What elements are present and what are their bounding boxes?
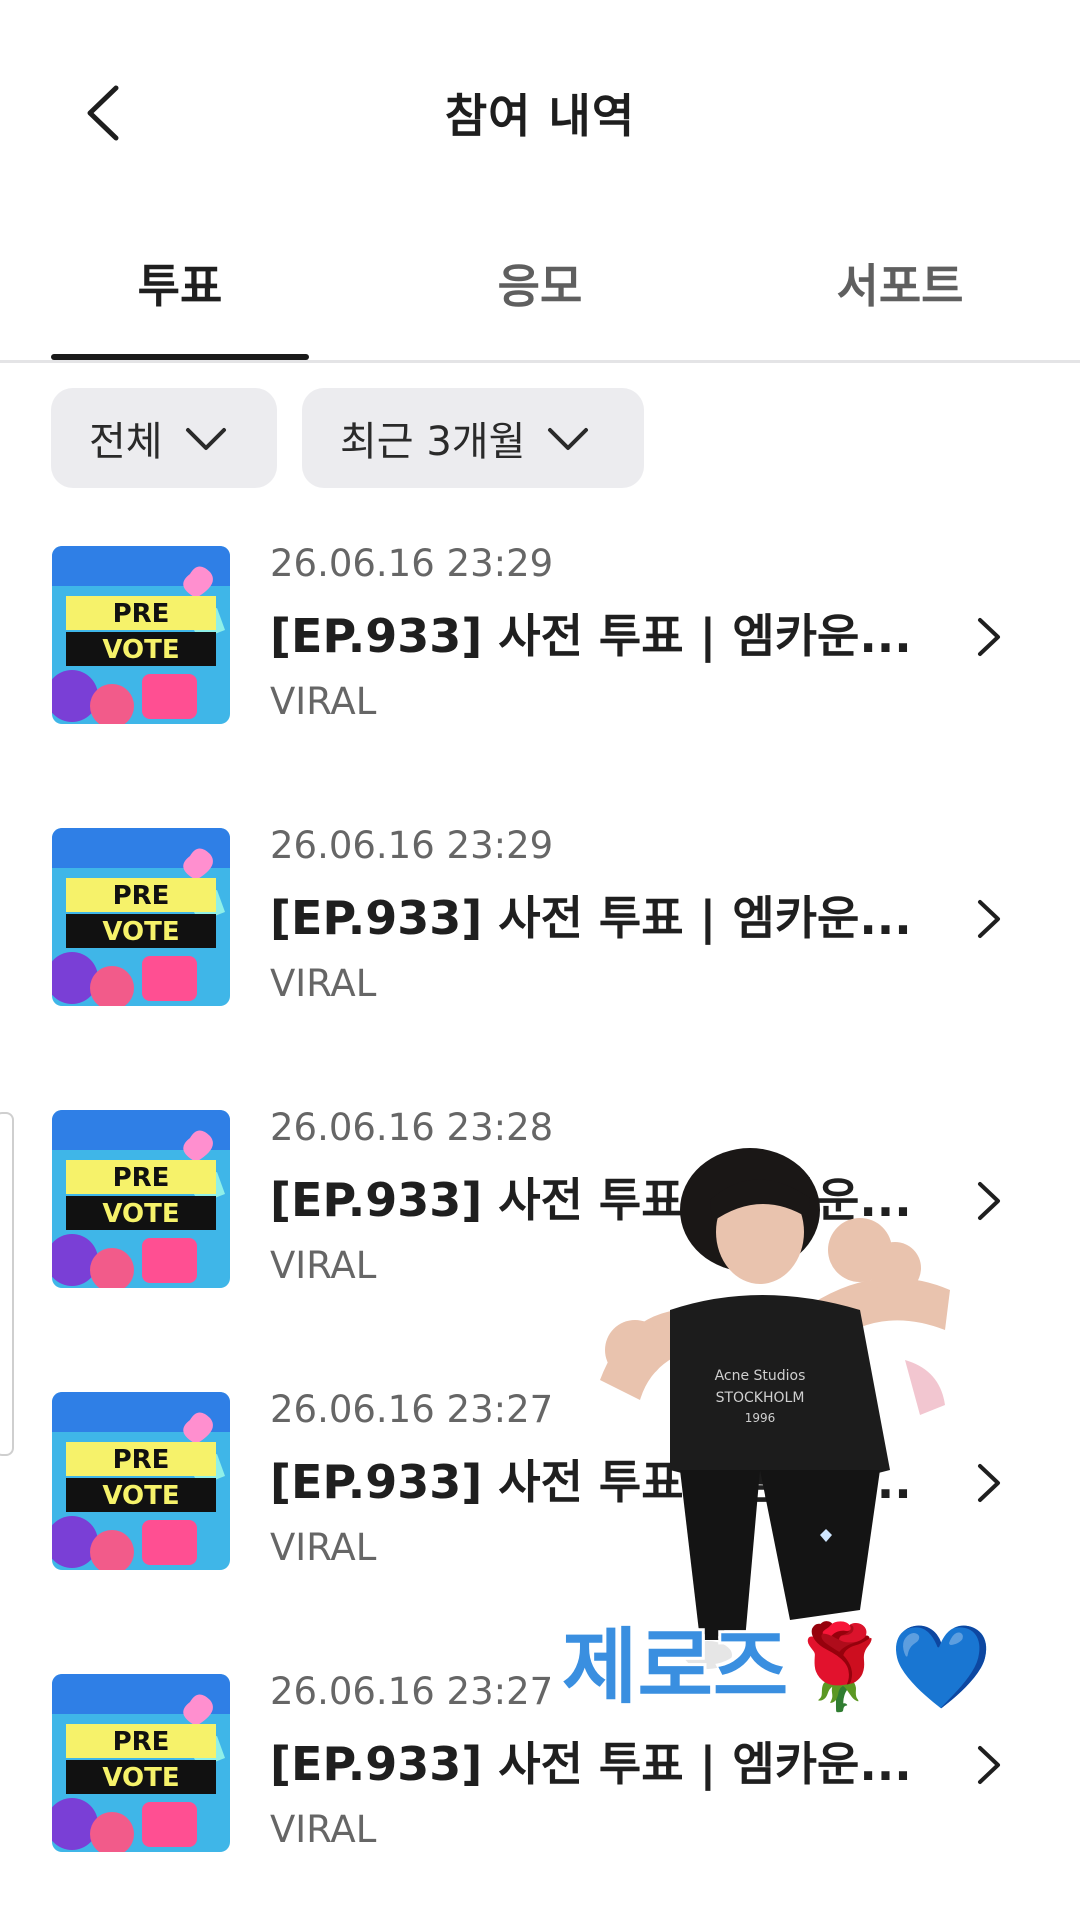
item-source: VIRAL: [270, 962, 377, 1005]
filter-type-label: 전체: [89, 419, 163, 465]
thumb-line-1: PRE: [113, 881, 170, 911]
item-source: VIRAL: [270, 680, 377, 723]
item-source: VIRAL: [270, 1808, 377, 1851]
item-title: [EP.933] 사전 투표 | 엠카운...: [270, 609, 912, 663]
chevron-down-icon: [185, 428, 226, 450]
item-source: VIRAL: [270, 1526, 377, 1569]
pre-vote-thumbnail: PRE VOTE: [52, 1110, 230, 1288]
chevron-right-icon: [978, 1746, 1000, 1784]
tab-vote-label: 투표: [137, 259, 223, 313]
list-item[interactable]: PRE VOTE 26.06.16 23:29 [EP.933] 사전 투표 |…: [0, 540, 1080, 760]
top-bar: 참여 내역: [0, 0, 1080, 220]
list-item[interactable]: PRE VOTE 26.06.16 23:29 [EP.933] 사전 투표 |…: [0, 822, 1080, 1042]
item-title: [EP.933] 사전 투표 | 엠카운...: [270, 1737, 912, 1791]
thumb-line-2: VOTE: [102, 635, 179, 665]
item-date: 26.06.16 23:27: [270, 1670, 554, 1713]
item-date: 26.06.16 23:29: [270, 824, 554, 867]
tabs-divider: [0, 360, 1080, 363]
sticker-caption: 제로즈🌹💙: [562, 1620, 993, 1715]
tab-bar: 투표 응모 서포트: [0, 230, 1080, 362]
chevron-down-icon: [548, 428, 589, 450]
pre-vote-thumbnail: PRE VOTE: [52, 1392, 230, 1570]
tab-entry-label: 응모: [497, 259, 583, 313]
thumb-line-2: VOTE: [102, 917, 179, 947]
filter-period-dropdown[interactable]: 최근 3개월: [302, 388, 644, 488]
tab-entry[interactable]: 응모: [411, 250, 669, 350]
thumb-line-2: VOTE: [102, 1481, 179, 1511]
filter-period-label: 최근 3개월: [340, 419, 526, 465]
thumb-line-1: PRE: [113, 1445, 170, 1475]
thumb-line-1: PRE: [113, 599, 170, 629]
item-date: 26.06.16 23:27: [270, 1388, 554, 1431]
pre-vote-thumbnail: PRE VOTE: [52, 828, 230, 1006]
chevron-right-icon: [978, 618, 1000, 656]
filter-type-dropdown[interactable]: 전체: [51, 388, 277, 488]
chevron-right-icon: [978, 900, 1000, 938]
tab-support-label: 서포트: [836, 259, 964, 313]
tab-support[interactable]: 서포트: [771, 250, 1029, 350]
pre-vote-thumbnail: PRE VOTE: [52, 1674, 230, 1852]
thumb-line-1: PRE: [113, 1727, 170, 1757]
item-date: 26.06.16 23:29: [270, 542, 554, 585]
thumb-line-2: VOTE: [102, 1199, 179, 1229]
item-title: [EP.933] 사전 투표 | 엠카운...: [270, 891, 912, 945]
page-title: 참여 내역: [444, 89, 636, 143]
thumb-line-1: PRE: [113, 1163, 170, 1193]
item-date: 26.06.16 23:28: [270, 1106, 554, 1149]
item-source: VIRAL: [270, 1244, 377, 1287]
pre-vote-thumbnail: PRE VOTE: [52, 546, 230, 724]
shirt-text-2: STOCKHOLM: [716, 1390, 805, 1406]
tab-vote[interactable]: 투표: [51, 250, 309, 350]
shirt-text-1: Acne Studios: [715, 1368, 806, 1384]
thumb-line-2: VOTE: [102, 1763, 179, 1793]
shirt-text-3: 1996: [745, 1411, 776, 1425]
